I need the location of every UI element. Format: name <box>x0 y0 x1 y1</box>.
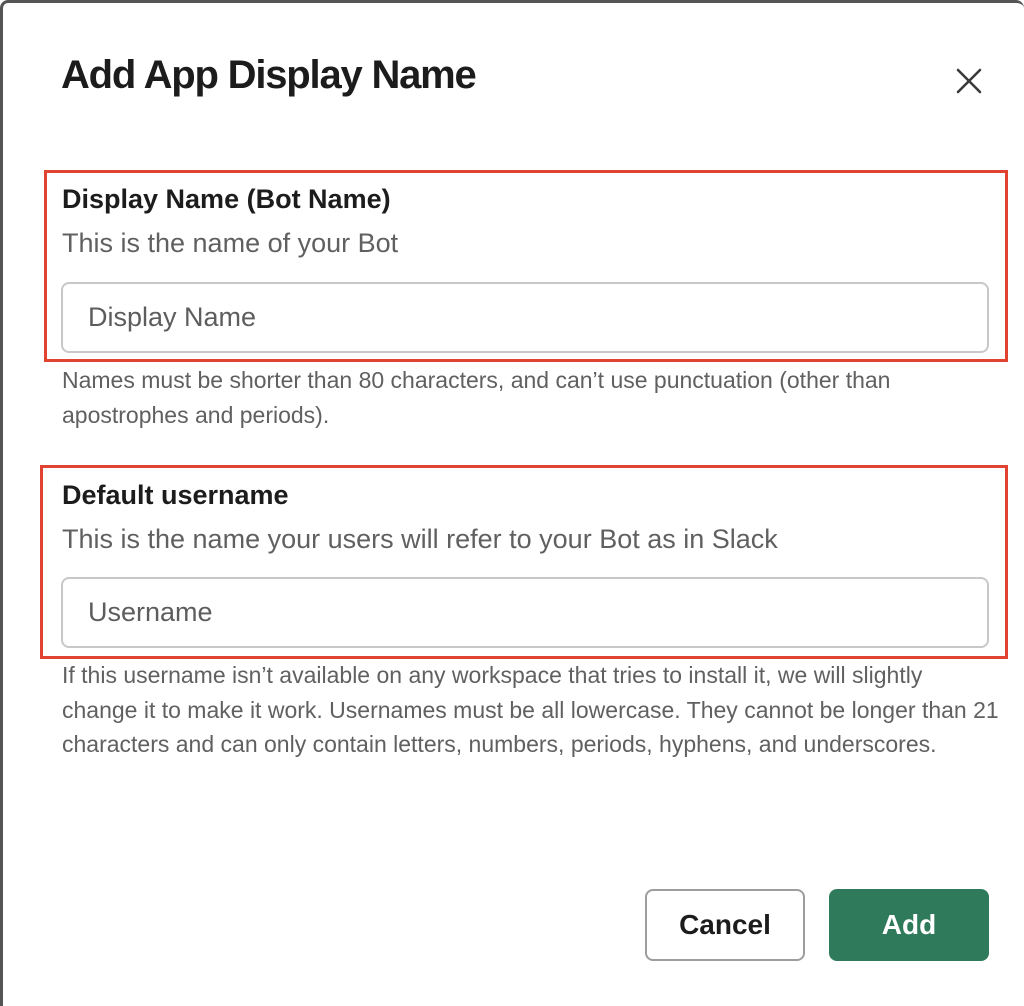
add-app-display-name-dialog: Add App Display Name Display Name (Bot N… <box>0 0 1024 1006</box>
display-name-help-text: Names must be shorter than 80 characters… <box>62 367 891 428</box>
dialog-title: Add App Display Name <box>61 53 477 97</box>
display-name-description: This is the name of your Bot <box>62 228 399 258</box>
username-description: This is the name your users will refer t… <box>62 524 778 554</box>
close-button[interactable] <box>949 61 989 101</box>
display-name-input[interactable] <box>61 282 989 353</box>
username-label: Default username <box>62 480 289 510</box>
username-input[interactable] <box>61 577 989 648</box>
close-icon <box>956 68 982 94</box>
display-name-label: Display Name (Bot Name) <box>62 184 391 214</box>
cancel-button[interactable]: Cancel <box>645 889 805 961</box>
add-button[interactable]: Add <box>829 889 989 961</box>
username-help-text: If this username isn’t available on any … <box>62 662 999 757</box>
